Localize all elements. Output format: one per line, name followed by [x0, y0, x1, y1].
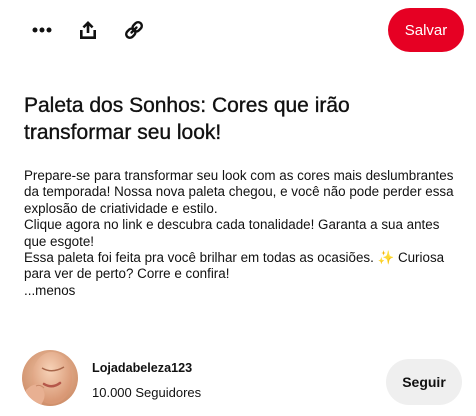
more-icon	[31, 19, 53, 41]
copy-link-button[interactable]	[118, 14, 150, 46]
more-options-button[interactable]	[26, 14, 58, 46]
pin-toolbar: Salvar	[0, 0, 476, 60]
pin-title: Paleta dos Sonhos: Cores que irão transf…	[24, 94, 350, 144]
description-paragraph: Essa paleta foi feita pra você brilhar e…	[24, 250, 445, 282]
show-less-link[interactable]: ...menos	[24, 283, 75, 299]
share-icon	[77, 19, 99, 41]
link-icon	[123, 19, 145, 41]
save-button[interactable]: Salvar	[388, 8, 464, 52]
avatar[interactable]	[22, 350, 78, 406]
creator-name[interactable]: Lojadabeleza123	[92, 361, 192, 375]
avatar-image	[22, 350, 78, 406]
share-button[interactable]	[72, 14, 104, 46]
description-paragraph: Clique agora no link e descubra cada ton…	[24, 217, 440, 249]
creator-section: Lojadabeleza123 10.000 Seguidores Seguir	[22, 350, 462, 406]
follower-count: 10.000 Seguidores	[92, 385, 202, 400]
follow-button[interactable]: Seguir	[386, 359, 462, 405]
description-paragraph: Prepare-se para transformar seu look com…	[24, 168, 454, 216]
pin-description: Prepare-se para transformar seu look com…	[24, 168, 464, 299]
